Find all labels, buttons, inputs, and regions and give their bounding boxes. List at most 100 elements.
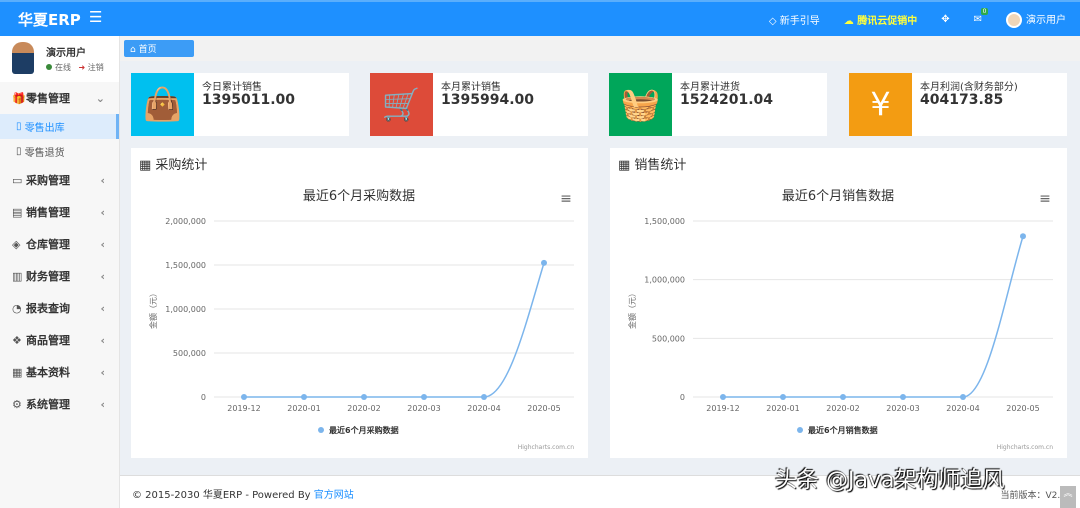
doc-icon: ▯ <box>16 121 25 132</box>
subitem-label: 零售出库 <box>24 123 65 134</box>
data-point <box>900 394 906 400</box>
tab-home[interactable]: ⌂ 首页 <box>124 40 194 57</box>
shopping-bag-icon: 👜 <box>131 73 194 136</box>
legend-marker <box>318 427 324 433</box>
sidebar-item-7[interactable]: ▦ 基本资料 ‹ <box>0 356 119 388</box>
x-tick-label: 2020-02 <box>826 404 859 413</box>
chevron-left-icon: ‹ <box>100 269 105 283</box>
x-tick-label: 2019-12 <box>227 404 260 413</box>
grid-icon: ▦ <box>618 158 635 173</box>
doc-icon: ▯ <box>16 146 25 157</box>
diamond-icon: ◇ <box>768 16 780 27</box>
x-tick-label: 2020-04 <box>946 404 979 413</box>
panel-title: 采购统计 <box>155 158 208 173</box>
y-axis-label: 金额（元） <box>627 289 637 329</box>
y-tick-label: 1,500,000 <box>644 217 685 226</box>
data-point <box>1020 233 1026 240</box>
x-tick-label: 2020-04 <box>467 404 500 413</box>
sidebar-item-label: 零售管理 <box>26 92 70 105</box>
user-panel: 演示用户 在线 ➜ 注销 <box>0 36 119 82</box>
panel-title: 销售统计 <box>634 158 687 173</box>
guide-label: 新手引导 <box>779 16 820 27</box>
stat-card: 👜 今日累计销售 1395011.00 <box>131 73 349 136</box>
x-tick-label: 2020-05 <box>1006 404 1039 413</box>
stat-card: 🛒 本月累计销售 1395994.00 <box>370 73 588 136</box>
promo-link[interactable]: ☁ 腾讯云促销中 <box>844 12 917 27</box>
sidebar-item-label: 仓库管理 <box>26 238 70 251</box>
official-site-link[interactable]: 官方网站 <box>314 490 354 501</box>
x-tick-label: 2019-12 <box>706 404 739 413</box>
data-point <box>361 394 367 400</box>
sidebar-subitem[interactable]: ▯ 零售退货 <box>0 139 119 164</box>
y-tick-label: 1,000,000 <box>644 276 685 285</box>
chart-menu-icon[interactable]: ≡ <box>1039 191 1051 207</box>
x-tick-label: 2020-03 <box>886 404 919 413</box>
y-tick-label: 0 <box>680 393 685 402</box>
x-tick-label: 2020-01 <box>766 404 799 413</box>
avatar <box>1006 12 1022 28</box>
basket-icon: 🧺 <box>609 73 672 136</box>
menu-toggle-icon[interactable]: ☰ <box>89 8 102 26</box>
data-point <box>421 394 427 400</box>
yen-icon: ¥ <box>849 73 912 136</box>
chevron-left-icon: ‹ <box>100 365 105 379</box>
stat-card: ¥ 本月利润(含财务部分) 404173.85 <box>849 73 1067 136</box>
sidebar-item-label: 商品管理 <box>26 334 70 347</box>
sales-panel: ▦ 销售统计 最近6个月销售数据 ≡ 0 500,000 1,000,000 1,500,0… <box>610 148 1067 458</box>
chart-menu-icon[interactable]: ≡ <box>560 191 572 207</box>
data-point <box>241 394 247 400</box>
chevron-left-icon: ‹ <box>100 397 105 411</box>
y-axis-label: 金额（元） <box>148 289 158 329</box>
home-icon: ⌂ <box>130 45 139 55</box>
chevron-down-icon: ⌄ <box>95 91 105 105</box>
y-tick-label: 1,500,000 <box>165 261 206 270</box>
x-tick-label: 2020-02 <box>347 404 380 413</box>
stat-label: 今日累计销售 <box>202 82 262 93</box>
series-line <box>244 262 545 398</box>
data-point <box>541 259 547 266</box>
sidebar-item-4[interactable]: ▥ 财务管理 ‹ <box>0 260 119 292</box>
top-bar: 华夏ERP ☰ ◇ 新手引导 ☁ 腾讯云促销中 ✥ ✉ 0 演示用户 <box>0 0 1080 36</box>
x-tick-label: 2020-01 <box>287 404 320 413</box>
sidebar-item-5[interactable]: ◔ 报表查询 ‹ <box>0 292 119 324</box>
menu-icon: ⚙ <box>12 397 22 411</box>
y-tick-label: 2,000,000 <box>165 217 206 226</box>
sidebar-item-label: 销售管理 <box>26 206 70 219</box>
menu-icon: ▭ <box>12 173 23 187</box>
x-tick-label: 2020-05 <box>527 404 560 413</box>
chevron-left-icon: ‹ <box>100 237 105 251</box>
credits-link: Highcharts.com.cn <box>997 444 1053 451</box>
data-point <box>960 394 966 400</box>
logout-link[interactable]: 注销 <box>88 63 104 72</box>
stat-label: 本月累计进货 <box>680 82 740 93</box>
mail-icon[interactable]: ✉ 0 <box>974 8 989 25</box>
sidebar-subitem[interactable]: ▯ 零售出库 <box>0 114 119 139</box>
fullscreen-icon[interactable]: ✥ <box>941 14 949 25</box>
subitem-label: 零售退货 <box>24 148 65 159</box>
menu-icon: ▤ <box>12 205 23 219</box>
stat-value: 1395994.00 <box>441 92 534 108</box>
back-to-top-button[interactable]: ︽ <box>1060 486 1076 508</box>
sidebar-item-2[interactable]: ▤ 销售管理 ‹ <box>0 196 119 228</box>
user-name: 演示用户 <box>46 48 86 59</box>
menu-icon: 🎁 <box>12 91 26 105</box>
sidebar-item-label: 系统管理 <box>26 398 70 411</box>
sidebar-item-label: 基本资料 <box>26 366 70 379</box>
sidebar-item-6[interactable]: ❖ 商品管理 ‹ <box>0 324 119 356</box>
sidebar-item-1[interactable]: ▭ 采购管理 ‹ <box>0 164 119 196</box>
logo[interactable]: 华夏ERP <box>18 9 81 30</box>
purchase-panel: ▦ 采购统计 最近6个月采购数据 ≡ 0 500,000 1,000,000 1,500,0… <box>131 148 588 458</box>
guide-link[interactable]: ◇ 新手引导 <box>769 12 820 27</box>
chevron-left-icon: ‹ <box>100 301 105 315</box>
chevron-left-icon: ‹ <box>100 205 105 219</box>
user-menu[interactable]: 演示用户 <box>1006 11 1066 28</box>
sidebar-item-0[interactable]: 🎁 零售管理 ⌄ <box>0 82 119 114</box>
sidebar-item-8[interactable]: ⚙ 系统管理 ‹ <box>0 388 119 420</box>
sidebar-item-3[interactable]: ◈ 仓库管理 ‹ <box>0 228 119 260</box>
data-point <box>481 394 487 400</box>
data-point <box>301 394 307 400</box>
watermark: 头条 @Java架构师追风 <box>775 468 1005 493</box>
legend-marker <box>797 427 803 433</box>
stat-value: 1395011.00 <box>202 92 295 108</box>
cloud-icon: ☁ <box>843 16 858 27</box>
